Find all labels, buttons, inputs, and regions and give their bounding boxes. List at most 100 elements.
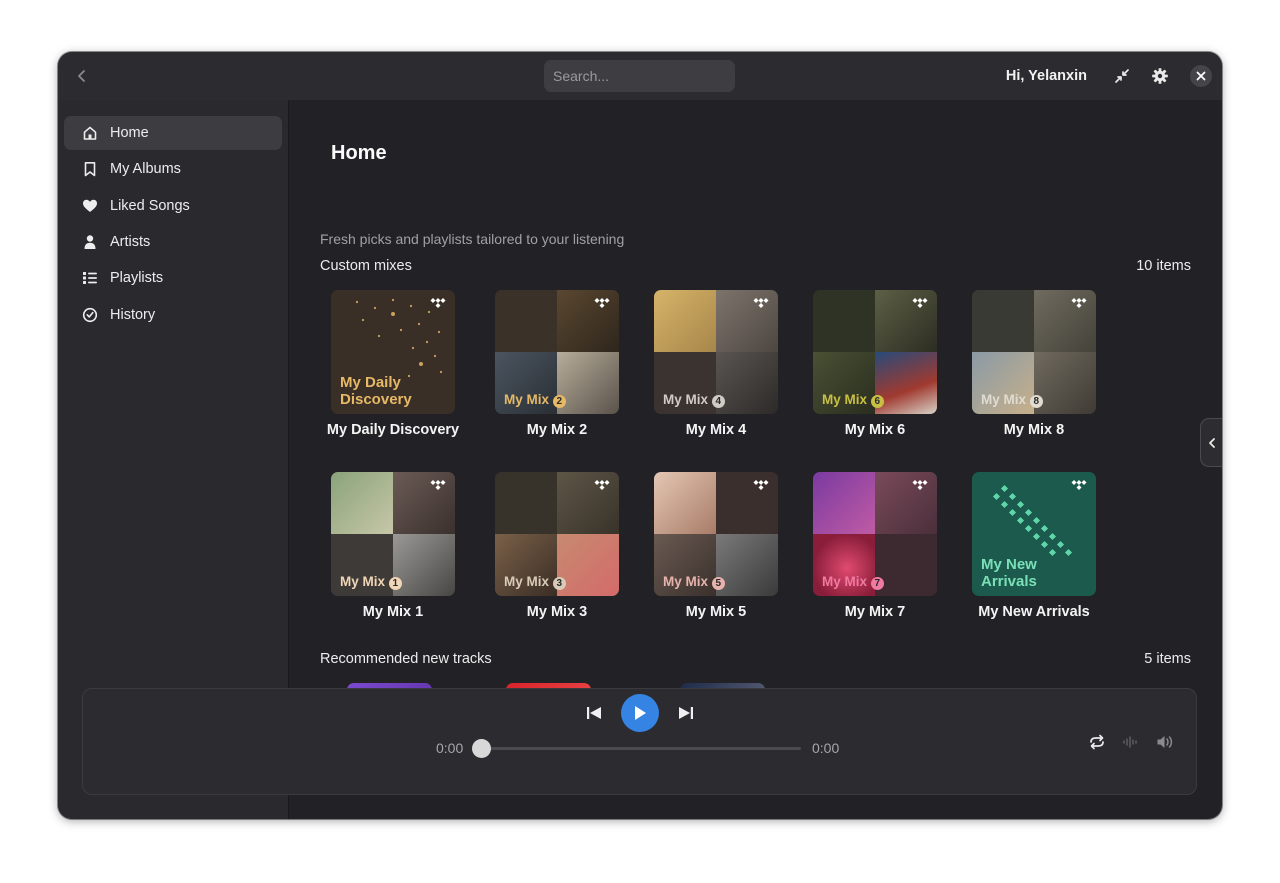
seek-bar[interactable]: [481, 747, 801, 750]
app-window: Hi, Yelanxin: [58, 52, 1222, 819]
sidebar-item-history[interactable]: History: [64, 298, 282, 332]
sidebar-item-label: Home: [110, 125, 149, 141]
sidebar-item-label: Playlists: [110, 270, 164, 286]
mix-card[interactable]: My Daily Discovery My Daily Discovery: [313, 290, 473, 438]
play-icon: [635, 706, 646, 720]
tidal-logo-icon: [1071, 480, 1087, 490]
tidal-logo-icon: [594, 480, 610, 490]
volume-button[interactable]: [1154, 731, 1176, 753]
tidal-logo-icon: [753, 480, 769, 490]
skip-previous-icon: [587, 707, 601, 719]
sidebar-item-label: Artists: [110, 234, 151, 250]
home-icon: [82, 125, 98, 141]
sidebar-item-artists[interactable]: Artists: [64, 225, 282, 259]
back-button[interactable]: [70, 64, 94, 88]
chevron-left-icon: [78, 70, 85, 82]
search-input[interactable]: [544, 60, 735, 92]
visualizer-button[interactable]: [1120, 731, 1142, 753]
total-time: 0:00: [812, 740, 840, 756]
next-button[interactable]: [675, 703, 697, 723]
gear-icon: [1152, 68, 1168, 84]
side-panel-toggle[interactable]: [1200, 418, 1222, 467]
volume-icon: [1157, 736, 1173, 748]
mix-cover: My Mix 6: [813, 290, 937, 414]
mix-card[interactable]: My Mix 8 My Mix 8: [954, 290, 1114, 438]
card-title: My Mix 1: [362, 604, 424, 620]
section-count-custom-mixes: 10 items: [1136, 258, 1191, 274]
sidebar-item-home[interactable]: Home: [64, 116, 282, 150]
cover-label: My Daily Discovery: [340, 373, 412, 408]
mix-cover: My Mix 7: [813, 472, 937, 596]
mix-card[interactable]: My Mix 4 My Mix 4: [636, 290, 796, 438]
tidal-logo-icon: [912, 298, 928, 308]
mix-card[interactable]: My Mix 2 My Mix 2: [477, 290, 637, 438]
mix-cover: My New Arrivals: [972, 472, 1096, 596]
player-bar: 0:00 0:00: [82, 688, 1197, 795]
play-button[interactable]: [621, 694, 659, 732]
collapse-arrows-icon: [1115, 69, 1129, 83]
cover-label: My Mix 6: [822, 392, 884, 408]
cover-label: My Mix 4: [663, 392, 725, 408]
mix-card[interactable]: My Mix 7 My Mix 7: [795, 472, 955, 620]
user-greeting: Hi, Yelanxin: [1005, 68, 1087, 84]
chevron-left-icon: [1208, 437, 1215, 448]
card-title: My Daily Discovery: [326, 422, 460, 438]
tidal-logo-icon: [912, 480, 928, 490]
card-title: My New Arrivals: [978, 604, 1090, 620]
mix-cover: My Mix 1: [331, 472, 455, 596]
section-count-recommended: 5 items: [1144, 651, 1191, 667]
card-title: My Mix 5: [685, 604, 747, 620]
card-title: My Mix 4: [685, 422, 747, 438]
card-title: My Mix 7: [844, 604, 906, 620]
tidal-logo-icon: [430, 298, 446, 308]
mix-cover: My Mix 8: [972, 290, 1096, 414]
cover-label: My New Arrivals: [981, 555, 1037, 590]
cover-label: My Mix 2: [504, 392, 566, 408]
section-title-custom-mixes: Custom mixes: [320, 258, 412, 274]
repeat-button[interactable]: [1086, 731, 1108, 753]
card-title: My Mix 2: [526, 422, 588, 438]
cover-label: My Mix 3: [504, 574, 566, 590]
mix-card[interactable]: My Mix 1 My Mix 1: [313, 472, 473, 620]
sidebar-item-label: History: [110, 307, 156, 323]
mix-card[interactable]: My New Arrivals My New Arrivals: [954, 472, 1114, 620]
section-title-recommended: Recommended new tracks: [320, 651, 492, 667]
page-subtitle: Fresh picks and playlists tailored to yo…: [320, 231, 625, 247]
close-button[interactable]: [1190, 65, 1212, 87]
previous-button[interactable]: [583, 703, 605, 723]
mix-cover: My Mix 5: [654, 472, 778, 596]
person-icon: [82, 234, 98, 250]
mix-card[interactable]: My Mix 6 My Mix 6: [795, 290, 955, 438]
bookmark-icon: [82, 161, 98, 177]
mix-cover: My Mix 2: [495, 290, 619, 414]
heart-icon: [82, 198, 98, 214]
sidebar-item-my-albums[interactable]: My Albums: [64, 152, 282, 186]
seek-handle[interactable]: [472, 739, 491, 758]
tidal-logo-icon: [430, 480, 446, 490]
cover-label: My Mix 1: [340, 574, 402, 590]
tidal-logo-icon: [753, 298, 769, 308]
mix-card[interactable]: My Mix 5 My Mix 5: [636, 472, 796, 620]
sidebar-item-playlists[interactable]: Playlists: [64, 261, 282, 295]
clock-icon: [82, 307, 98, 323]
cover-label: My Mix 8: [981, 392, 1043, 408]
mix-card[interactable]: My Mix 3 My Mix 3: [477, 472, 637, 620]
skip-next-icon: [679, 707, 693, 719]
current-time: 0:00: [436, 740, 464, 756]
titlebar: Hi, Yelanxin: [58, 52, 1222, 100]
card-title: My Mix 8: [1003, 422, 1065, 438]
repeat-icon: [1090, 734, 1104, 750]
sidebar-item-label: Liked Songs: [110, 198, 190, 214]
list-icon: [82, 270, 98, 286]
cover-label: My Mix 5: [663, 574, 725, 590]
minimize-player-button[interactable]: [1111, 65, 1133, 87]
mix-cover: My Mix 4: [654, 290, 778, 414]
page-title: Home: [331, 142, 387, 164]
cover-label: My Mix 7: [822, 574, 884, 590]
settings-button[interactable]: [1149, 65, 1171, 87]
mix-cover: My Mix 3: [495, 472, 619, 596]
audio-wave-icon: [1123, 736, 1137, 748]
sidebar-item-liked-songs[interactable]: Liked Songs: [64, 189, 282, 223]
tidal-logo-icon: [594, 298, 610, 308]
sidebar-item-label: My Albums: [110, 161, 181, 177]
